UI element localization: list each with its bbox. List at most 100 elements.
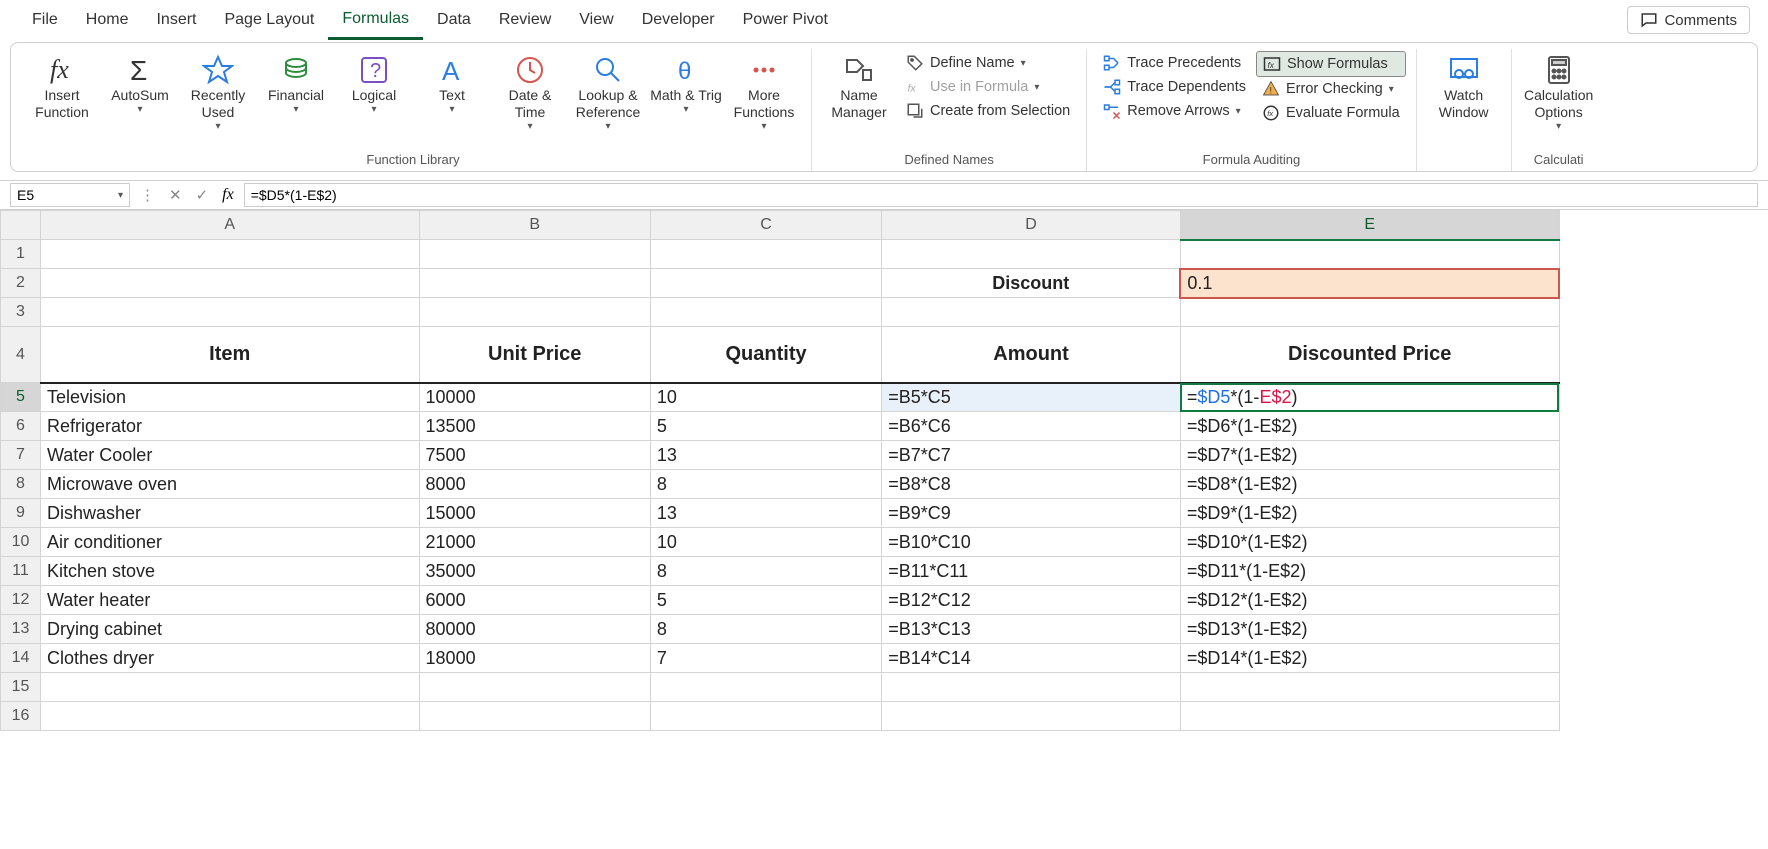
error-checking-button[interactable]: ! Error Checking ▾ [1256, 77, 1406, 101]
cell[interactable]: 5 [650, 412, 881, 441]
name-manager-button[interactable]: Name Manager [820, 49, 898, 125]
cell[interactable]: 8 [650, 557, 881, 586]
cell[interactable]: =B11*C11 [882, 557, 1181, 586]
name-box[interactable]: E5 ▾ [10, 183, 130, 207]
calculation-options-button[interactable]: Calculation Options ▾ [1520, 49, 1598, 137]
define-name-button[interactable]: Define Name ▾ [900, 51, 1076, 75]
col-header-e[interactable]: E [1180, 211, 1559, 240]
remove-arrows-button[interactable]: Remove Arrows ▾ [1097, 99, 1252, 123]
watch-window-button[interactable]: Watch Window [1425, 49, 1503, 125]
cell[interactable] [40, 702, 419, 731]
cell[interactable] [1180, 702, 1559, 731]
cell[interactable]: 13500 [419, 412, 650, 441]
cell[interactable]: Refrigerator [40, 412, 419, 441]
cell[interactable]: =$D13*(1-E$2) [1180, 615, 1559, 644]
tab-review[interactable]: Review [485, 0, 565, 40]
date-time-button[interactable]: Date & Time ▾ [491, 49, 569, 137]
select-all-corner[interactable] [1, 211, 41, 240]
cell[interactable]: 21000 [419, 528, 650, 557]
create-from-selection-button[interactable]: Create from Selection [900, 99, 1076, 123]
cancel-icon[interactable]: ✕ [165, 186, 186, 204]
cell[interactable] [882, 298, 1181, 327]
cell[interactable]: 8 [650, 615, 881, 644]
row-header[interactable]: 11 [1, 557, 41, 586]
row-header[interactable]: 16 [1, 702, 41, 731]
row-header[interactable]: 6 [1, 412, 41, 441]
cell[interactable]: =$D6*(1-E$2) [1180, 412, 1559, 441]
spreadsheet-grid[interactable]: A B C D E 1 2Discount0.1 3 4 Item Unit P… [0, 210, 1560, 731]
cell[interactable] [419, 240, 650, 269]
tab-data[interactable]: Data [423, 0, 485, 40]
cell[interactable]: Air conditioner [40, 528, 419, 557]
cell[interactable]: =$D10*(1-E$2) [1180, 528, 1559, 557]
cell[interactable] [419, 298, 650, 327]
row-header[interactable]: 9 [1, 499, 41, 528]
cell-discount-label[interactable]: Discount [882, 269, 1181, 298]
cell[interactable] [419, 269, 650, 298]
header-cell-item[interactable]: Item [40, 327, 419, 383]
cell[interactable]: Water heater [40, 586, 419, 615]
header-cell-amount[interactable]: Amount [882, 327, 1181, 383]
lookup-reference-button[interactable]: Lookup & Reference ▾ [569, 49, 647, 137]
show-formulas-button[interactable]: fx Show Formulas [1256, 51, 1406, 77]
row-header[interactable]: 5 [1, 383, 41, 412]
tab-formulas[interactable]: Formulas [328, 0, 423, 40]
cell[interactable]: =B13*C13 [882, 615, 1181, 644]
cell[interactable]: =$D9*(1-E$2) [1180, 499, 1559, 528]
insert-function-button[interactable]: fx Insert Function [23, 49, 101, 125]
cell[interactable]: =$D8*(1-E$2) [1180, 470, 1559, 499]
cell[interactable]: =B5*C5 [882, 383, 1181, 412]
cell[interactable] [1180, 240, 1559, 269]
cell[interactable]: 18000 [419, 644, 650, 673]
tab-page-layout[interactable]: Page Layout [210, 0, 328, 40]
cell[interactable]: =B12*C12 [882, 586, 1181, 615]
cell[interactable]: 13 [650, 441, 881, 470]
cell[interactable]: 7500 [419, 441, 650, 470]
header-cell-discounted-price[interactable]: Discounted Price [1180, 327, 1559, 383]
cell[interactable]: =B6*C6 [882, 412, 1181, 441]
cell[interactable]: 8 [650, 470, 881, 499]
enter-icon[interactable]: ✓ [192, 186, 213, 204]
col-header-a[interactable]: A [40, 211, 419, 240]
tab-view[interactable]: View [565, 0, 627, 40]
cell[interactable]: 8000 [419, 470, 650, 499]
header-cell-quantity[interactable]: Quantity [650, 327, 881, 383]
cell[interactable]: =B14*C14 [882, 644, 1181, 673]
tab-file[interactable]: File [18, 0, 72, 40]
cell[interactable]: =B7*C7 [882, 441, 1181, 470]
use-in-formula-button[interactable]: fx Use in Formula ▾ [900, 75, 1076, 99]
cell[interactable]: Water Cooler [40, 441, 419, 470]
evaluate-formula-button[interactable]: fx Evaluate Formula [1256, 101, 1406, 125]
row-header[interactable]: 10 [1, 528, 41, 557]
cell[interactable]: 5 [650, 586, 881, 615]
header-cell-unit-price[interactable]: Unit Price [419, 327, 650, 383]
cell[interactable]: =B10*C10 [882, 528, 1181, 557]
cell[interactable]: =B9*C9 [882, 499, 1181, 528]
cell[interactable] [1180, 673, 1559, 702]
cell[interactable]: 7 [650, 644, 881, 673]
financial-button[interactable]: Financial ▾ [257, 49, 335, 120]
cell[interactable] [650, 673, 881, 702]
cell[interactable]: =$D11*(1-E$2) [1180, 557, 1559, 586]
cell[interactable] [882, 673, 1181, 702]
text-button[interactable]: A Text ▾ [413, 49, 491, 120]
formula-input[interactable]: =$D5*(1-E$2) [244, 183, 1758, 207]
autosum-button[interactable]: Σ AutoSum ▾ [101, 49, 179, 120]
more-functions-button[interactable]: More Functions ▾ [725, 49, 803, 137]
row-header[interactable]: 4 [1, 327, 41, 383]
cell[interactable]: Kitchen stove [40, 557, 419, 586]
cell[interactable] [40, 298, 419, 327]
cell[interactable] [650, 702, 881, 731]
cell[interactable] [882, 702, 1181, 731]
row-header[interactable]: 14 [1, 644, 41, 673]
cell[interactable] [650, 240, 881, 269]
cell[interactable]: 10 [650, 528, 881, 557]
tab-insert[interactable]: Insert [142, 0, 210, 40]
cell[interactable]: Television [40, 383, 419, 412]
cell[interactable]: 10000 [419, 383, 650, 412]
comments-button[interactable]: Comments [1627, 6, 1750, 34]
cell[interactable]: Drying cabinet [40, 615, 419, 644]
tab-home[interactable]: Home [72, 0, 143, 40]
cell[interactable] [419, 673, 650, 702]
cell-active[interactable]: =$D5*(1-E$2) [1180, 383, 1559, 412]
